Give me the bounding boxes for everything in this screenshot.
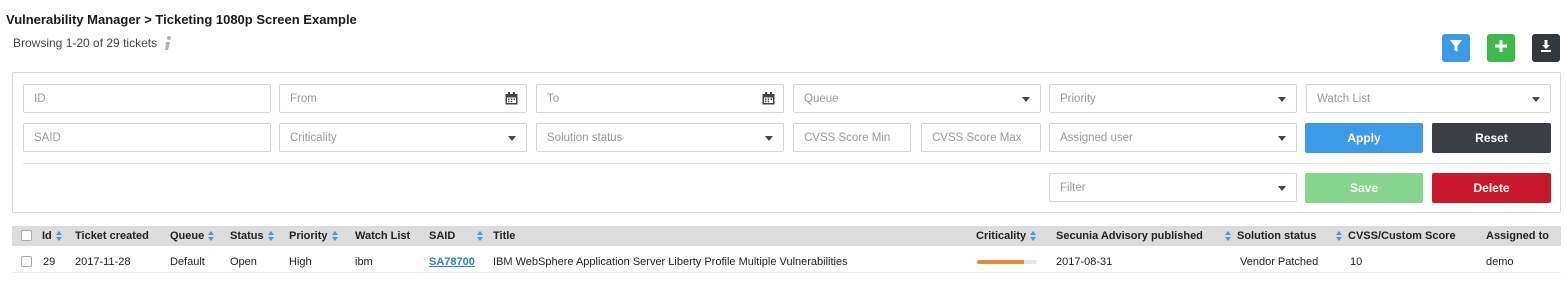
to-date-input[interactable]: To — [536, 84, 784, 113]
column-header-label: Status — [230, 230, 264, 242]
watch-list-select[interactable]: Watch List — [1306, 84, 1551, 113]
chevron-down-icon — [1278, 186, 1286, 191]
sort-icon[interactable] — [1030, 231, 1037, 242]
column-header-label: CVSS/Custom Score — [1348, 230, 1456, 242]
sort-icon[interactable] — [267, 231, 275, 242]
from-date-input[interactable]: From — [279, 84, 527, 113]
column-header-cvss[interactable]: CVSS/Custom Score — [1336, 230, 1456, 242]
column-header-ticket-created[interactable]: Ticket created — [75, 230, 149, 242]
column-header-label: Priority — [289, 230, 328, 242]
download-icon — [1540, 39, 1552, 57]
browse-summary: Browsing 1-20 of 29 tickets — [13, 35, 173, 51]
column-header-status[interactable]: Status — [230, 230, 275, 242]
column-header-criticality[interactable]: Criticality — [976, 230, 1037, 242]
chevron-down-icon — [1278, 97, 1286, 102]
table-row[interactable]: 29 2017-11-28 Default Open High ibm SA78… — [12, 251, 1561, 273]
cell-watch-list: ibm — [355, 255, 373, 268]
page-title: Vulnerability Manager > Ticketing 1080p … — [6, 12, 357, 27]
cell-status: Open — [230, 255, 257, 268]
column-header-label: Solution status — [1237, 230, 1317, 242]
column-header-said[interactable]: SAID — [429, 230, 484, 242]
id-input[interactable] — [23, 84, 271, 113]
cell-ticket-created: 2017-11-28 — [75, 255, 131, 268]
apply-button[interactable]: Apply — [1305, 123, 1423, 153]
cell-secunia-published: 2017-08-31 — [1056, 255, 1113, 268]
info-icon[interactable] — [163, 35, 173, 51]
chevron-down-icon — [765, 136, 773, 141]
assigned-user-select[interactable]: Assigned user — [1049, 123, 1297, 152]
cell-solution-status: Vendor Patched — [1240, 255, 1319, 268]
criticality-placeholder: Criticality — [290, 131, 337, 144]
panel-divider — [23, 163, 1550, 164]
queue-select[interactable]: Queue — [793, 84, 1041, 113]
solution-status-placeholder: Solution status — [547, 131, 623, 144]
filter-icon — [1450, 39, 1462, 57]
priority-select[interactable]: Priority — [1049, 84, 1297, 113]
save-filter-button[interactable]: Save — [1305, 173, 1423, 203]
add-ticket-button[interactable] — [1487, 34, 1515, 62]
said-link[interactable]: SA78700 — [429, 256, 475, 268]
criticality-bar — [977, 260, 1037, 264]
cell-cvss: 10 — [1350, 255, 1363, 268]
calendar-icon[interactable] — [762, 92, 775, 105]
solution-status-select[interactable]: Solution status — [536, 123, 784, 152]
saved-filter-select[interactable]: Filter — [1049, 173, 1297, 202]
column-header-solution-status[interactable]: Solution status — [1225, 230, 1316, 242]
column-header-queue[interactable]: Queue — [170, 230, 215, 242]
sort-icon[interactable] — [331, 231, 339, 242]
queue-placeholder: Queue — [804, 92, 839, 105]
download-button[interactable] — [1532, 34, 1560, 62]
cvss-min-input[interactable] — [793, 123, 911, 152]
reset-button[interactable]: Reset — [1432, 123, 1551, 153]
cell-assigned-to: demo — [1486, 255, 1514, 268]
cell-title: IBM WebSphere Application Server Liberty… — [493, 255, 848, 268]
to-placeholder: To — [547, 92, 560, 105]
cell-priority: High — [289, 255, 312, 268]
chevron-down-icon — [508, 136, 516, 141]
browse-count-text: Browsing 1-20 of 29 tickets — [13, 36, 158, 50]
sort-icon[interactable] — [1336, 231, 1343, 242]
criticality-bar-fill — [977, 260, 1024, 264]
said-input[interactable] — [23, 123, 271, 152]
column-header-label: Queue — [170, 230, 205, 242]
column-header-priority[interactable]: Priority — [289, 230, 339, 242]
criticality-select[interactable]: Criticality — [279, 123, 527, 152]
column-header-label: SAID — [429, 230, 456, 242]
delete-filter-button[interactable]: Delete — [1432, 173, 1551, 203]
watch-list-placeholder: Watch List — [1317, 92, 1371, 105]
select-all-checkbox[interactable] — [21, 230, 32, 241]
plus-icon — [1495, 39, 1507, 57]
column-header-assigned-to[interactable]: Assigned to — [1486, 230, 1549, 242]
from-placeholder: From — [290, 92, 317, 105]
cvss-max-input[interactable] — [921, 123, 1041, 152]
filter-toggle-button[interactable] — [1442, 34, 1470, 62]
sort-icon[interactable] — [208, 231, 215, 242]
assigned-user-placeholder: Assigned user — [1060, 131, 1133, 144]
column-header-watch-list[interactable]: Watch List — [355, 230, 410, 242]
chevron-down-icon — [1532, 97, 1540, 102]
cell-id: 29 — [43, 255, 56, 268]
chevron-down-icon — [1278, 136, 1286, 141]
column-header-id[interactable]: Id — [42, 230, 63, 242]
row-checkbox[interactable] — [21, 256, 32, 267]
cell-queue: Default — [170, 255, 205, 268]
sort-icon[interactable] — [55, 231, 63, 242]
filter-panel: From To Queue Priority Watch List Critic… — [12, 72, 1561, 213]
sort-icon[interactable] — [1225, 231, 1232, 242]
priority-placeholder: Priority — [1060, 92, 1096, 105]
table-header: Id Ticket created Queue Status Priority … — [12, 226, 1561, 246]
sort-icon[interactable] — [477, 231, 484, 242]
calendar-icon[interactable] — [505, 92, 518, 105]
column-header-label: Id — [42, 230, 52, 242]
column-header-label: Criticality — [976, 230, 1027, 242]
chevron-down-icon — [1022, 97, 1030, 102]
filter-placeholder: Filter — [1060, 181, 1086, 194]
column-header-secunia-published[interactable]: Secunia Advisory published — [1056, 230, 1203, 242]
column-header-title[interactable]: Title — [493, 230, 515, 242]
